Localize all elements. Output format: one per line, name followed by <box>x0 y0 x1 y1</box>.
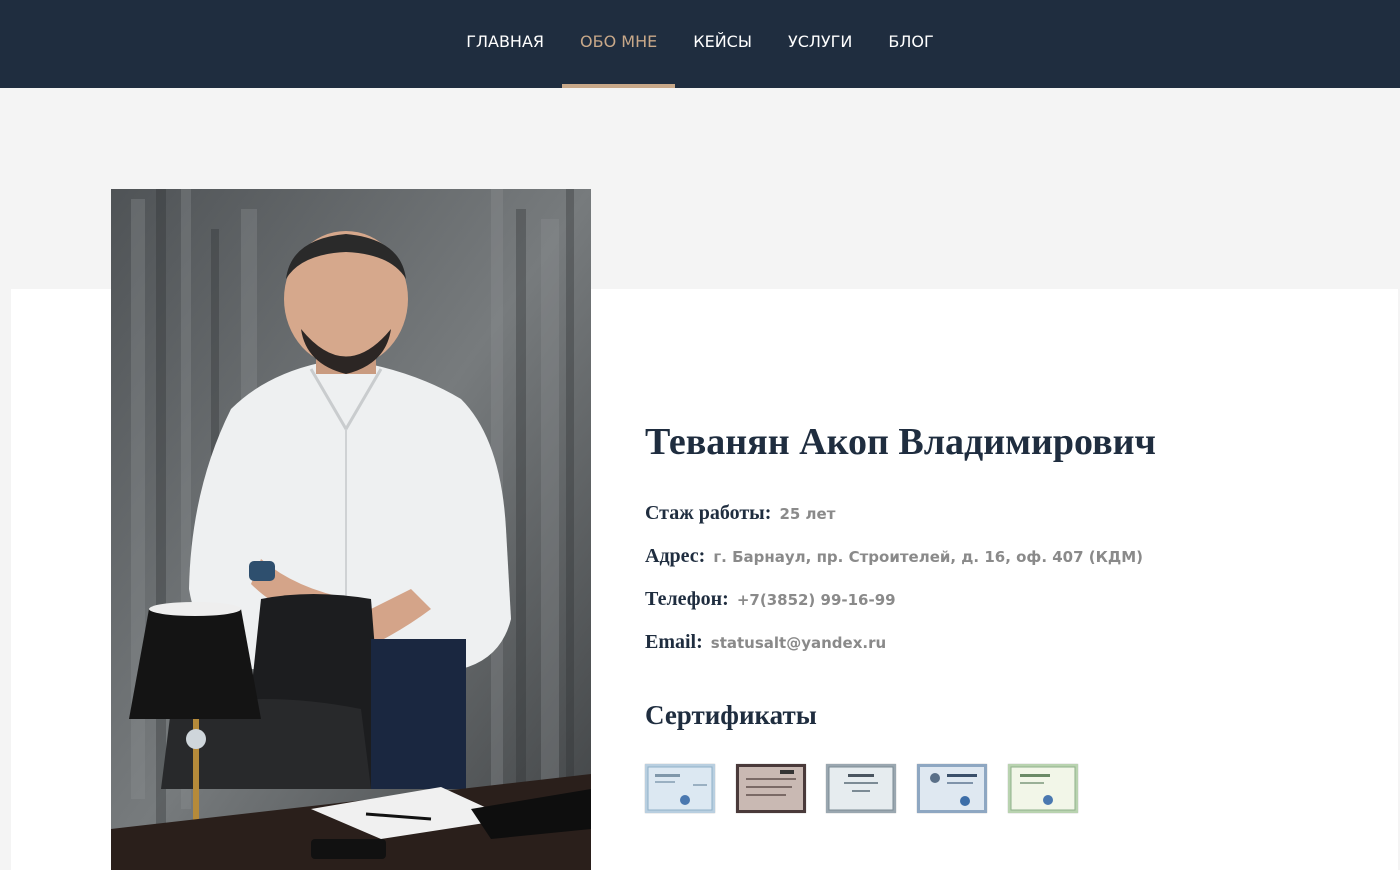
nav-item-home[interactable]: ГЛАВНАЯ <box>448 0 562 88</box>
experience-value: 25 лет <box>779 505 836 523</box>
nav-item-about[interactable]: ОБО МНЕ <box>562 0 676 88</box>
nav-item-cases[interactable]: КЕЙСЫ <box>675 0 770 88</box>
profile-photo-illustration <box>111 189 591 870</box>
experience-label: Стаж работы: <box>645 502 772 524</box>
nav-item-services[interactable]: УСЛУГИ <box>770 0 870 88</box>
nav-menu: ГЛАВНАЯ ОБО МНЕ КЕЙСЫ УСЛУГИ БЛОГ <box>0 0 1400 88</box>
email-label: Email: <box>645 631 703 653</box>
email-row: Email: statusalt@yandex.ru <box>645 631 886 654</box>
certificate-thumbnail[interactable] <box>1008 764 1078 813</box>
certificates-heading: Сертификаты <box>645 700 817 730</box>
certificate-thumbnail[interactable] <box>917 764 987 813</box>
experience-row: Стаж работы: 25 лет <box>645 502 835 525</box>
address-value: г. Барнаул, пр. Строителей, д. 16, оф. 4… <box>713 548 1144 566</box>
email-value[interactable]: statusalt@yandex.ru <box>711 634 886 652</box>
certificate-thumbnail[interactable] <box>645 764 715 813</box>
phone-value[interactable]: +7(3852) 99-16-99 <box>737 591 896 609</box>
phone-row: Телефон: +7(3852) 99-16-99 <box>645 588 896 611</box>
certificate-thumbnail[interactable] <box>826 764 896 813</box>
nav-item-blog[interactable]: БЛОГ <box>870 0 951 88</box>
phone-label: Телефон: <box>645 588 729 610</box>
top-navigation: ГЛАВНАЯ ОБО МНЕ КЕЙСЫ УСЛУГИ БЛОГ <box>0 0 1400 88</box>
address-row: Адрес: г. Барнаул, пр. Строителей, д. 16… <box>645 545 1143 568</box>
profile-photo <box>111 189 591 870</box>
profile-name: Теванян Акоп Владимирович <box>645 421 1156 463</box>
address-label: Адрес: <box>645 545 706 567</box>
certificates-gallery <box>645 764 1105 813</box>
certificate-thumbnail[interactable] <box>736 764 806 813</box>
